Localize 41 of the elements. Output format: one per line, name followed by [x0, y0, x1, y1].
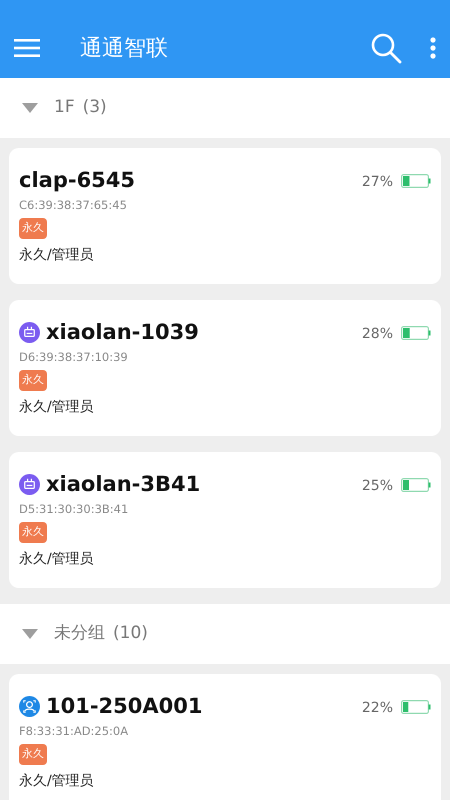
device-icon	[19, 474, 40, 495]
battery-icon	[401, 478, 431, 492]
battery-percent: 28%	[362, 324, 393, 344]
mac-address: F8:33:31:AD:25:0A	[19, 723, 130, 740]
battery-percent: 27%	[362, 173, 393, 192]
battery-percent: 25%	[362, 476, 393, 496]
role-text: 永久/管理员	[19, 550, 95, 569]
mac-address: D5:31:30:30:3B:41	[19, 501, 130, 518]
permission-tag: 永久	[19, 218, 47, 239]
battery-icon	[401, 326, 431, 340]
permission-tag: 永久	[19, 744, 47, 765]
person-icon	[19, 696, 40, 717]
device-name: xiaolan-3B41	[46, 472, 200, 498]
battery-percent: 22%	[362, 698, 393, 718]
group-name[interactable]: 未分组	[54, 621, 105, 647]
role-text: 永久/管理员	[19, 772, 95, 791]
group-count: (3)	[82, 96, 107, 120]
battery-icon	[401, 700, 431, 714]
mac-address: C6:39:38:37:65:45	[19, 197, 128, 214]
menu-icon[interactable]	[14, 38, 40, 58]
battery-icon	[401, 174, 431, 188]
expand-arrow-icon[interactable]	[22, 103, 38, 113]
permission-tag: 永久	[19, 522, 47, 543]
group-count: (10)	[113, 622, 148, 646]
role-text: 永久/管理员	[19, 398, 95, 417]
device-name: clap-6545	[19, 168, 136, 194]
permission-tag: 永久	[19, 370, 47, 391]
expand-arrow-icon[interactable]	[22, 628, 38, 639]
search-icon[interactable]	[370, 32, 402, 64]
device-card[interactable]: xiaolan-1039 D6:39:38:37:10:39 永久 永久/管理员 28%	[9, 300, 441, 436]
device-icon	[19, 322, 40, 344]
device-card[interactable]: xiaolan-3B41 D5:31:30:30:3B:41 永久 永久/管理员 25%	[9, 452, 441, 588]
app-title: 通通智联	[80, 34, 169, 62]
device-name: xiaolan-1039	[46, 320, 199, 346]
device-name: 101-250A001	[46, 694, 202, 719]
group-name[interactable]: 1F	[54, 95, 75, 121]
device-card[interactable]: clap-6545 C6:39:38:37:65:45 永久 永久/管理员 27%	[9, 148, 441, 284]
device-card[interactable]: 101-250A001 F8:33:31:AD:25:0A 永久 永久/管理员 22%	[9, 674, 441, 800]
more-icon[interactable]	[430, 37, 436, 59]
mac-address: D6:39:38:37:10:39	[19, 349, 129, 366]
role-text: 永久/管理员	[19, 246, 95, 265]
